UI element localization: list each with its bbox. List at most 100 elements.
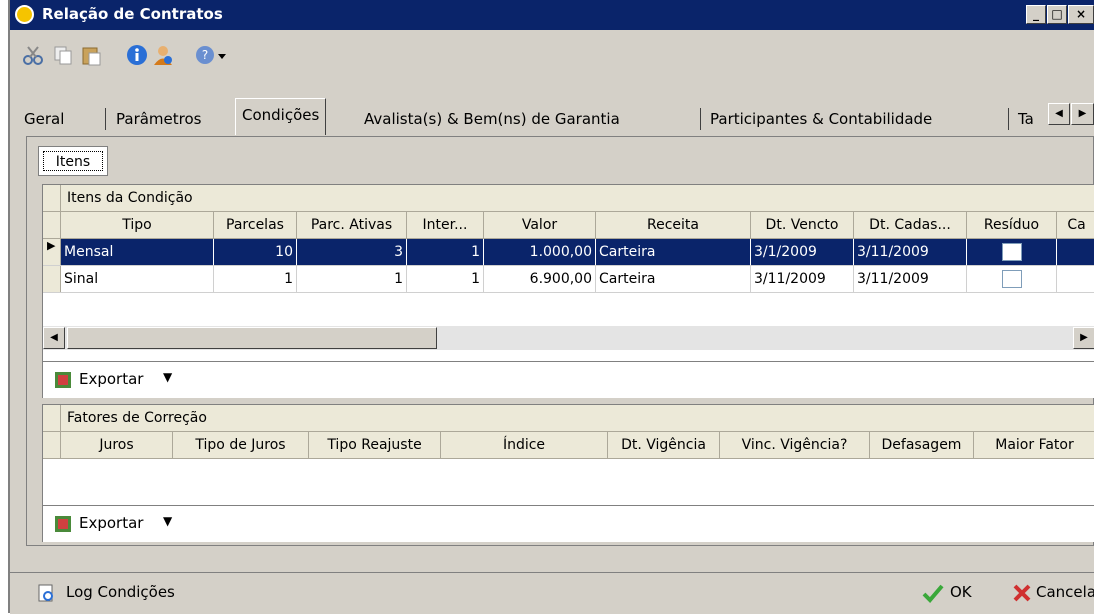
row-indicator [43, 432, 61, 458]
tab-participantes[interactable]: Participantes & Contabilidade [704, 104, 938, 134]
cell-valor[interactable]: 1.000,00 [484, 239, 596, 265]
subtab-label: Itens [43, 151, 103, 171]
tab-scroll-right-button[interactable]: ▶ [1071, 103, 1094, 125]
tab-divider [700, 108, 701, 130]
col-header[interactable]: Dt. Cadas... [854, 212, 967, 238]
group-title: Itens da Condição [67, 190, 193, 206]
app-icon [15, 5, 34, 24]
cell-inter[interactable]: 1 [407, 266, 484, 292]
tab-condicoes[interactable]: Condições [235, 98, 327, 135]
tab-label: Geral [24, 110, 65, 128]
info-icon[interactable] [126, 44, 148, 66]
export-bar: Exportar ▼ [43, 361, 1094, 398]
col-header[interactable]: Vinc. Vigência? [720, 432, 870, 458]
column-header-row: Juros Tipo de Juros Tipo Reajuste Índice… [43, 432, 1094, 459]
table-row[interactable]: ▶ Mensal 10 3 1 1.000,00 Carteira 3/1/20… [43, 239, 1094, 266]
horizontal-scrollbar[interactable]: ◀ ▶ [43, 325, 1094, 350]
svg-text:?: ? [202, 48, 208, 62]
current-row-arrow-icon: ▶ [47, 239, 56, 252]
paste-icon[interactable] [80, 44, 102, 66]
col-header[interactable]: Tipo [61, 212, 214, 238]
tab-scroll-left-button[interactable]: ◀ [1048, 103, 1070, 125]
col-header[interactable]: Receita [596, 212, 751, 238]
row-indicator [43, 266, 61, 292]
cut-icon[interactable] [22, 44, 44, 66]
row-indicator [43, 212, 61, 238]
tab-parametros[interactable]: Parâmetros [110, 104, 207, 134]
cell-dt-vencto[interactable]: 3/11/2009 [751, 266, 854, 292]
maximize-button[interactable]: □ [1047, 5, 1067, 24]
tab-divider [105, 108, 106, 130]
cell-receita[interactable]: Carteira [596, 239, 751, 265]
col-header[interactable]: Índice [441, 432, 608, 458]
cell-tipo[interactable]: Sinal [61, 266, 214, 292]
cell-parcelas[interactable]: 1 [214, 266, 297, 292]
cancel-icon [1013, 584, 1031, 602]
subtab-itens[interactable]: Itens [38, 146, 108, 176]
col-header[interactable]: Juros [61, 432, 173, 458]
col-header[interactable]: Tipo Reajuste [309, 432, 441, 458]
row-indicator: ▶ [43, 239, 61, 265]
col-header[interactable]: Maior Fator [974, 432, 1094, 458]
title-bar[interactable]: Relação de Contratos _ □ × [10, 0, 1094, 30]
cell-tipo[interactable]: Mensal [61, 239, 214, 265]
scroll-left-button[interactable]: ◀ [43, 327, 65, 349]
cell-dt-cadas[interactable]: 3/11/2009 [854, 239, 967, 265]
scrollbar-thumb[interactable] [67, 327, 437, 349]
tab-divider [1008, 108, 1009, 130]
cell-parc-ativas[interactable]: 1 [297, 266, 407, 292]
group-header: Itens da Condição [43, 185, 1094, 212]
cell-ca[interactable] [1057, 266, 1094, 292]
cell-dt-cadas[interactable]: 3/11/2009 [854, 266, 967, 292]
tab-label: Ta [1018, 110, 1034, 128]
cell-parc-ativas[interactable]: 3 [297, 239, 407, 265]
help-icon[interactable]: ? [194, 44, 216, 66]
window: Relação de Contratos _ □ × ? Geral Parâm… [8, 0, 1094, 614]
col-header[interactable]: Resíduo [967, 212, 1057, 238]
cell-residuo[interactable] [967, 266, 1057, 292]
cell-ca[interactable] [1057, 239, 1094, 265]
export-button[interactable]: Exportar [79, 514, 143, 532]
tab-taxas[interactable]: Ta [1012, 104, 1040, 134]
col-header[interactable]: Parcelas [214, 212, 297, 238]
chevron-down-icon[interactable]: ▼ [163, 514, 172, 528]
tab-label: Participantes & Contabilidade [710, 110, 933, 128]
cell-receita[interactable]: Carteira [596, 266, 751, 292]
close-button[interactable]: × [1068, 5, 1094, 24]
dropdown-arrow-icon[interactable] [216, 44, 228, 66]
cell-valor[interactable]: 6.900,00 [484, 266, 596, 292]
copy-icon[interactable] [52, 44, 74, 66]
col-header[interactable]: Defasagem [870, 432, 974, 458]
residuo-checkbox[interactable] [1001, 270, 1022, 288]
log-condicoes-button[interactable]: Log Condições [66, 583, 175, 601]
row-indicator [43, 405, 61, 431]
tab-geral[interactable]: Geral [18, 104, 70, 134]
residuo-checkbox[interactable] [1001, 243, 1022, 261]
cell-parcelas[interactable]: 10 [214, 239, 297, 265]
tab-label: Condições [242, 106, 320, 124]
export-button[interactable]: Exportar [79, 370, 143, 388]
ok-button[interactable]: OK [950, 583, 972, 601]
col-header[interactable]: Inter... [407, 212, 484, 238]
cell-residuo[interactable] [967, 239, 1057, 265]
col-header[interactable]: Dt. Vencto [751, 212, 854, 238]
col-header[interactable]: Tipo de Juros [173, 432, 309, 458]
window-title: Relação de Contratos [42, 5, 223, 23]
col-header[interactable]: Ca [1057, 212, 1094, 238]
cell-dt-vencto[interactable]: 3/1/2009 [751, 239, 854, 265]
cancel-button[interactable]: Cancela [1036, 583, 1094, 601]
export-icon [55, 516, 71, 532]
user-icon[interactable] [152, 44, 174, 66]
row-indicator [43, 185, 61, 211]
col-header[interactable]: Parc. Ativas [297, 212, 407, 238]
tab-label: Avalista(s) & Bem(ns) de Garantia [364, 110, 620, 128]
chevron-down-icon[interactable]: ▼ [163, 370, 172, 384]
tab-avalistas[interactable]: Avalista(s) & Bem(ns) de Garantia [358, 104, 626, 134]
col-header[interactable]: Dt. Vigência [608, 432, 720, 458]
col-header[interactable]: Valor [484, 212, 596, 238]
table-row[interactable]: Sinal 1 1 1 6.900,00 Carteira 3/11/2009 … [43, 266, 1094, 293]
minimize-button[interactable]: _ [1026, 5, 1046, 24]
itens-grid: Itens da Condição Tipo Parcelas Parc. At… [42, 184, 1094, 398]
scroll-right-button[interactable]: ▶ [1073, 327, 1094, 349]
cell-inter[interactable]: 1 [407, 239, 484, 265]
